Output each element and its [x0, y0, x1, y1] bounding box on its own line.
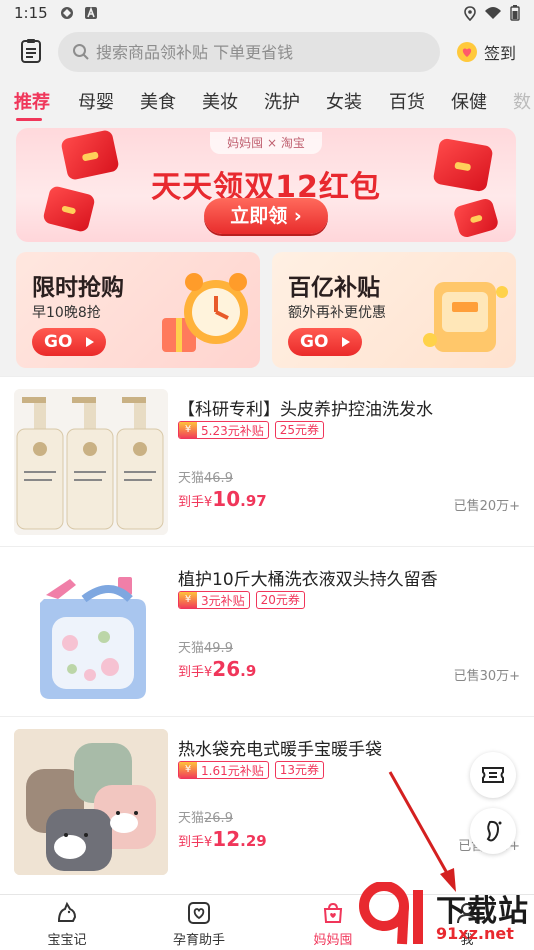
nav-label: 孕育助手 [172, 933, 225, 948]
hand-warmer-image [14, 729, 168, 875]
coin-heart-icon [457, 42, 477, 62]
subsidy-badge: ¥5.23元补贴 [178, 421, 269, 439]
flash-sale-go-button[interactable]: GO [32, 328, 106, 356]
detergent-jug-image [14, 559, 168, 705]
banner-claim-button[interactable]: 立即领 › [204, 198, 328, 234]
sold-count: 已售20万+ [453, 499, 520, 514]
flash-sale-subtitle: 早10晚8抢 [32, 305, 101, 321]
battery-icon [510, 5, 520, 21]
search-bar[interactable] [58, 32, 440, 72]
original-price: 天猫26.9 [178, 811, 233, 826]
subsidy-subtitle: 额外再补更优惠 [288, 305, 386, 321]
footprint-icon [486, 820, 502, 842]
foot-float-button[interactable] [470, 808, 516, 854]
signin-button[interactable]: 签到 [456, 40, 516, 64]
heart-box-icon [188, 902, 210, 924]
status-bar: 1:15 [0, 0, 534, 26]
active-tab-indicator [16, 118, 42, 121]
tab-baby[interactable]: 母婴 [78, 88, 114, 114]
ticket-float-button[interactable] [470, 752, 516, 798]
search-icon [73, 44, 89, 60]
product-card[interactable]: 热水袋充电式暖手宝暖手袋 ¥1.61元补贴 13元券 天猫26.9 到手¥12.… [0, 716, 534, 886]
tab-digital[interactable]: 数 [513, 88, 531, 114]
subsidy-title: 百亿补贴 [288, 275, 380, 301]
subsidy-card[interactable]: 百亿补贴 额外再补更优惠 GO [272, 252, 516, 368]
yuan-icon: ¥ [179, 762, 197, 778]
banner-cta-label: 立即领 [230, 205, 288, 227]
banner-tag: 妈妈囤 × 淘宝 [210, 132, 322, 154]
alarm-clock-icon [162, 273, 248, 352]
product-card[interactable]: 【科研专利】头皮养护控油洗发水 ¥5.23元补贴 25元券 天猫46.9 到手¥… [0, 376, 534, 546]
coupon-box-icon [423, 282, 508, 352]
subsidy-go-button[interactable]: GO [288, 328, 362, 356]
product-badges: ¥5.23元补贴 25元券 [178, 421, 325, 439]
status-right-icons [464, 5, 520, 21]
status-time: 1:15 [14, 4, 48, 22]
final-price: 到手¥10.97 [178, 487, 267, 511]
ticket-icon [482, 767, 504, 783]
product-badges: ¥3元补贴 20元券 [178, 591, 305, 609]
tab-food[interactable]: 美食 [140, 88, 176, 114]
flash-sale-card[interactable]: 限时抢购 早10晚8抢 GO [16, 252, 260, 368]
clipboard-menu-icon[interactable] [18, 38, 44, 64]
coupon-badge: 13元券 [274, 761, 325, 779]
product-name: 热水袋充电式暖手宝暖手袋 [178, 740, 382, 760]
location-icon [464, 5, 476, 21]
nav-mama-store[interactable]: 妈妈囤 [288, 901, 378, 948]
coupon-badge: 25元券 [274, 421, 325, 439]
banner-area: 妈妈囤 × 淘宝 天天领双12红包 立即领 › 限时抢购 早10晚8抢 GO 百… [0, 124, 534, 376]
product-name: 植护10斤大桶洗衣液双头持久留香 [178, 570, 438, 590]
nav-pregnancy-assistant[interactable]: 孕育助手 [154, 901, 244, 948]
final-price: 到手¥26.9 [178, 657, 257, 681]
tab-wash-care[interactable]: 洗护 [264, 88, 300, 114]
product-name: 【科研专利】头皮养护控油洗发水 [178, 400, 433, 420]
product-image [14, 389, 168, 535]
tab-general-goods[interactable]: 百货 [389, 88, 425, 114]
dino-icon [57, 901, 77, 922]
product-badges: ¥1.61元补贴 13元券 [178, 761, 325, 779]
product-image [14, 559, 168, 705]
yuan-icon: ¥ [179, 422, 197, 438]
sold-count: 已售30万+ [453, 669, 520, 684]
tab-beauty[interactable]: 美妆 [202, 88, 238, 114]
nav-label: 我 [460, 933, 474, 948]
coupon-badge: 20元券 [255, 591, 305, 609]
product-card[interactable]: 植护10斤大桶洗衣液双头持久留香 ¥3元补贴 20元券 天猫49.9 到手¥26… [0, 546, 534, 716]
tab-health[interactable]: 保健 [451, 88, 487, 114]
flash-sale-title: 限时抢购 [32, 275, 124, 301]
search-input[interactable] [96, 42, 416, 62]
shampoo-bottles-image [14, 389, 168, 535]
nav-label: 宝宝记 [47, 933, 87, 948]
product-image [14, 729, 168, 875]
nav-baby-journal[interactable]: 宝宝记 [22, 901, 112, 948]
original-price: 天猫46.9 [178, 471, 233, 486]
nav-label: 妈妈囤 [313, 933, 353, 948]
red-packet-banner[interactable]: 妈妈囤 × 淘宝 天天领双12红包 立即领 › [16, 128, 516, 242]
original-price: 天猫49.9 [178, 641, 233, 656]
notification-a-icon [85, 6, 97, 19]
tab-womens-wear[interactable]: 女装 [326, 88, 362, 114]
tab-recommend[interactable]: 推荐 [14, 88, 50, 114]
app-status-icon [61, 7, 73, 19]
yuan-icon: ¥ [179, 592, 197, 608]
final-price: 到手¥12.29 [178, 827, 267, 851]
signin-label: 签到 [484, 44, 517, 63]
user-icon [457, 903, 477, 924]
bottom-nav: 宝宝记 孕育助手 妈妈囤 我 [0, 894, 534, 950]
wifi-icon [485, 7, 501, 19]
header: 签到 [0, 26, 534, 78]
nav-me[interactable]: 我 [422, 901, 512, 948]
category-tabs: 推荐 母婴 美食 美妆 洗护 女装 百货 保健 数 [0, 78, 534, 124]
subsidy-badge: ¥3元补贴 [178, 591, 250, 609]
bag-icon [323, 902, 343, 923]
subsidy-badge: ¥1.61元补贴 [178, 761, 269, 779]
